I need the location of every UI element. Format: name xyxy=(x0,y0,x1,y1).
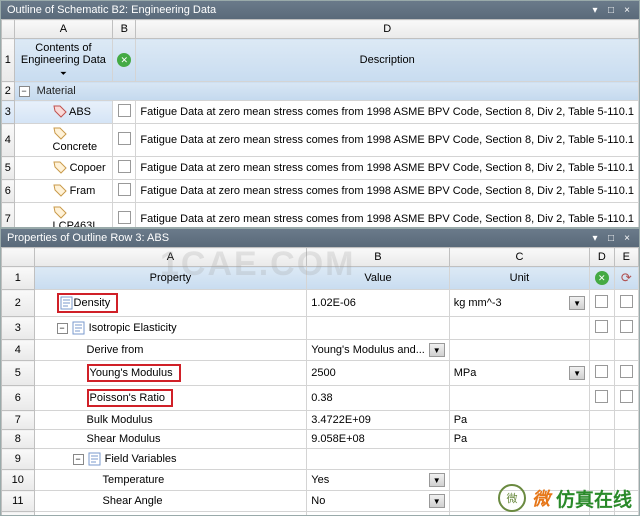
unit-cell[interactable] xyxy=(449,386,589,411)
properties-title: Properties of Outline Row 3: ABS xyxy=(7,232,169,244)
outline-panel: Outline of Schematic B2: Engineering Dat… xyxy=(0,0,640,228)
outline-title: Outline of Schematic B2: Engineering Dat… xyxy=(7,4,216,16)
dropdown-arrow[interactable]: ▼ xyxy=(429,343,445,357)
property-row[interactable]: 10TemperatureYes▼ xyxy=(2,470,639,491)
collapse-toggle[interactable]: − xyxy=(57,323,68,334)
checkbox[interactable] xyxy=(595,295,608,308)
property-row[interactable]: 12Degradation FactorNo▼ xyxy=(2,512,639,516)
checkbox[interactable] xyxy=(620,320,633,333)
checkbox[interactable] xyxy=(595,320,608,333)
unit-cell[interactable]: MPa▼ xyxy=(449,361,589,386)
close-icon[interactable]: × xyxy=(621,4,633,16)
value-cell[interactable] xyxy=(307,449,449,470)
dropdown-arrow[interactable]: ▼ xyxy=(429,473,445,487)
outline-header-row: 1 Contents of Engineering Data 🞃 ✕ Descr… xyxy=(2,39,639,82)
value-cell[interactable]: 9.058E+08 xyxy=(307,430,449,449)
col-A[interactable]: A xyxy=(14,20,113,39)
checkbox[interactable] xyxy=(118,160,131,173)
property-icon xyxy=(72,321,86,335)
material-row[interactable]: 5 Copoer Fatigue Data at zero mean stres… xyxy=(2,157,639,180)
property-row[interactable]: 6Poisson's Ratio0.38 xyxy=(2,386,639,411)
tag-icon xyxy=(53,184,67,198)
value-cell[interactable]: 1.02E-06 xyxy=(307,290,449,317)
value-cell[interactable]: 0.38 xyxy=(307,386,449,411)
property-row[interactable]: 9− Field Variables xyxy=(2,449,639,470)
material-row[interactable]: 3 ABS Fatigue Data at zero mean stress c… xyxy=(2,101,639,124)
col-B[interactable]: B xyxy=(113,20,136,39)
pin-icon[interactable]: ▾ xyxy=(589,232,601,244)
properties-titlebar: Properties of Outline Row 3: ABS ▾ □ × xyxy=(1,229,639,247)
highlighted-property: Poisson's Ratio xyxy=(87,389,173,407)
value-cell[interactable]: No▼ xyxy=(307,512,449,516)
checkbox[interactable] xyxy=(620,295,633,308)
highlighted-property: Density xyxy=(57,293,119,313)
material-row[interactable]: 6 Fram Fatigue Data at zero mean stress … xyxy=(2,180,639,203)
property-row[interactable]: 5Young's Modulus2500MPa▼ xyxy=(2,361,639,386)
property-icon xyxy=(88,452,102,466)
material-row[interactable]: 4 Concrete Fatigue Data at zero mean str… xyxy=(2,124,639,157)
pin-icon[interactable]: ▾ xyxy=(589,4,601,16)
unit-cell[interactable] xyxy=(449,317,589,340)
checkbox[interactable] xyxy=(595,390,608,403)
dropdown-arrow[interactable]: ▼ xyxy=(429,494,445,508)
dropdown-arrow[interactable]: ▼ xyxy=(569,366,585,380)
unit-cell[interactable] xyxy=(449,512,589,516)
outline-titlebar: Outline of Schematic B2: Engineering Dat… xyxy=(1,1,639,19)
tag-icon xyxy=(53,206,67,220)
unit-cell[interactable] xyxy=(449,340,589,361)
tag-icon xyxy=(53,105,67,119)
tag-icon xyxy=(53,127,67,141)
unit-cell[interactable]: Pa xyxy=(449,430,589,449)
unit-cell[interactable]: kg mm^-3▼ xyxy=(449,290,589,317)
properties-panel: Properties of Outline Row 3: ABS ▾ □ × A… xyxy=(0,228,640,516)
link-icon[interactable]: ⟳ xyxy=(621,270,632,285)
column-header-row: A B D xyxy=(2,20,639,39)
properties-grid[interactable]: A B C D E 1 Property Value Unit ✕ ⟳ 2 De… xyxy=(1,247,639,516)
unit-cell[interactable] xyxy=(449,449,589,470)
value-cell[interactable]: 2500 xyxy=(307,361,449,386)
unit-cell[interactable] xyxy=(449,491,589,512)
highlighted-property: Young's Modulus xyxy=(87,364,181,382)
value-cell[interactable]: 3.4722E+09 xyxy=(307,411,449,430)
property-row[interactable]: 3− Isotropic Elasticity xyxy=(2,317,639,340)
value-cell[interactable]: Young's Modulus and...▼ xyxy=(307,340,449,361)
value-cell[interactable]: No▼ xyxy=(307,491,449,512)
properties-header-row: 1 Property Value Unit ✕ ⟳ xyxy=(2,267,639,290)
col-D[interactable]: D xyxy=(136,20,639,39)
property-row[interactable]: 2 Density1.02E-06kg mm^-3▼ xyxy=(2,290,639,317)
checkbox[interactable] xyxy=(620,365,633,378)
checkbox[interactable] xyxy=(620,390,633,403)
collapse-toggle[interactable]: − xyxy=(19,86,30,97)
checkbox[interactable] xyxy=(118,183,131,196)
material-section-row[interactable]: 2 − Material xyxy=(2,82,639,101)
filter-icon[interactable]: ✕ xyxy=(117,53,131,67)
material-row[interactable]: 7 LCP463I Fatigue Data at zero mean stre… xyxy=(2,203,639,229)
checkbox[interactable] xyxy=(118,104,131,117)
description-header: Description xyxy=(136,39,639,82)
filter-icon[interactable]: ✕ xyxy=(595,271,609,285)
close-icon[interactable]: × xyxy=(621,232,633,244)
value-cell[interactable] xyxy=(307,317,449,340)
column-header-row: A B C D E xyxy=(2,248,639,267)
tag-icon xyxy=(53,161,67,175)
outline-grid[interactable]: A B D 1 Contents of Engineering Data 🞃 ✕… xyxy=(1,19,639,228)
property-row[interactable]: 7Bulk Modulus3.4722E+09Pa xyxy=(2,411,639,430)
maximize-icon[interactable]: □ xyxy=(605,232,617,244)
value-cell[interactable]: Yes▼ xyxy=(307,470,449,491)
unit-cell[interactable]: Pa xyxy=(449,411,589,430)
contents-header: Contents of Engineering Data 🞃 xyxy=(14,39,113,82)
checkbox[interactable] xyxy=(118,211,131,224)
property-row[interactable]: 8Shear Modulus9.058E+08Pa xyxy=(2,430,639,449)
unit-cell[interactable] xyxy=(449,470,589,491)
property-row[interactable]: 4Derive fromYoung's Modulus and...▼ xyxy=(2,340,639,361)
checkbox[interactable] xyxy=(118,132,131,145)
property-row[interactable]: 11Shear AngleNo▼ xyxy=(2,491,639,512)
checkbox[interactable] xyxy=(595,365,608,378)
dropdown-arrow[interactable]: ▼ xyxy=(569,296,585,310)
collapse-toggle[interactable]: − xyxy=(73,454,84,465)
property-icon xyxy=(60,296,74,310)
maximize-icon[interactable]: □ xyxy=(605,4,617,16)
